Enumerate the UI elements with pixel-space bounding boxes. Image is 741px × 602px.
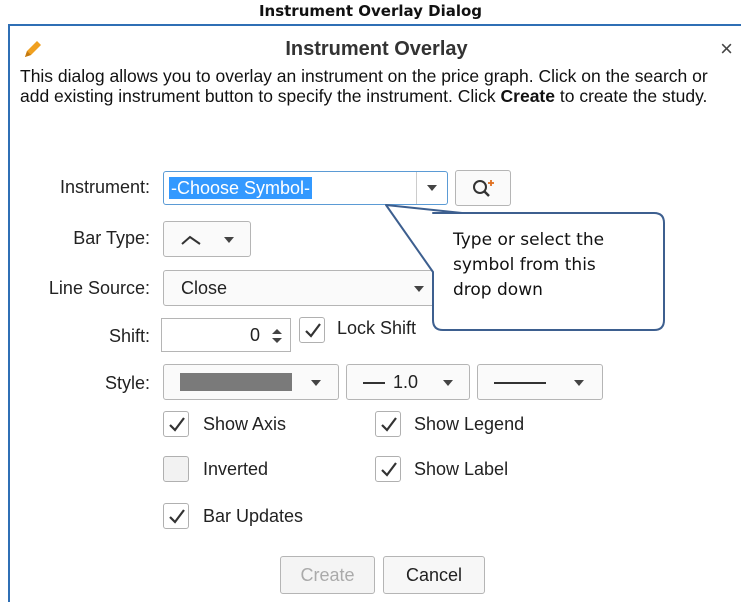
callout-line-2: symbol from this — [453, 255, 596, 275]
callout-text: Type or select the symbol from this drop… — [453, 228, 663, 303]
callout-line-3: drop down — [453, 280, 543, 300]
callout-line-1: Type or select the — [453, 230, 605, 250]
